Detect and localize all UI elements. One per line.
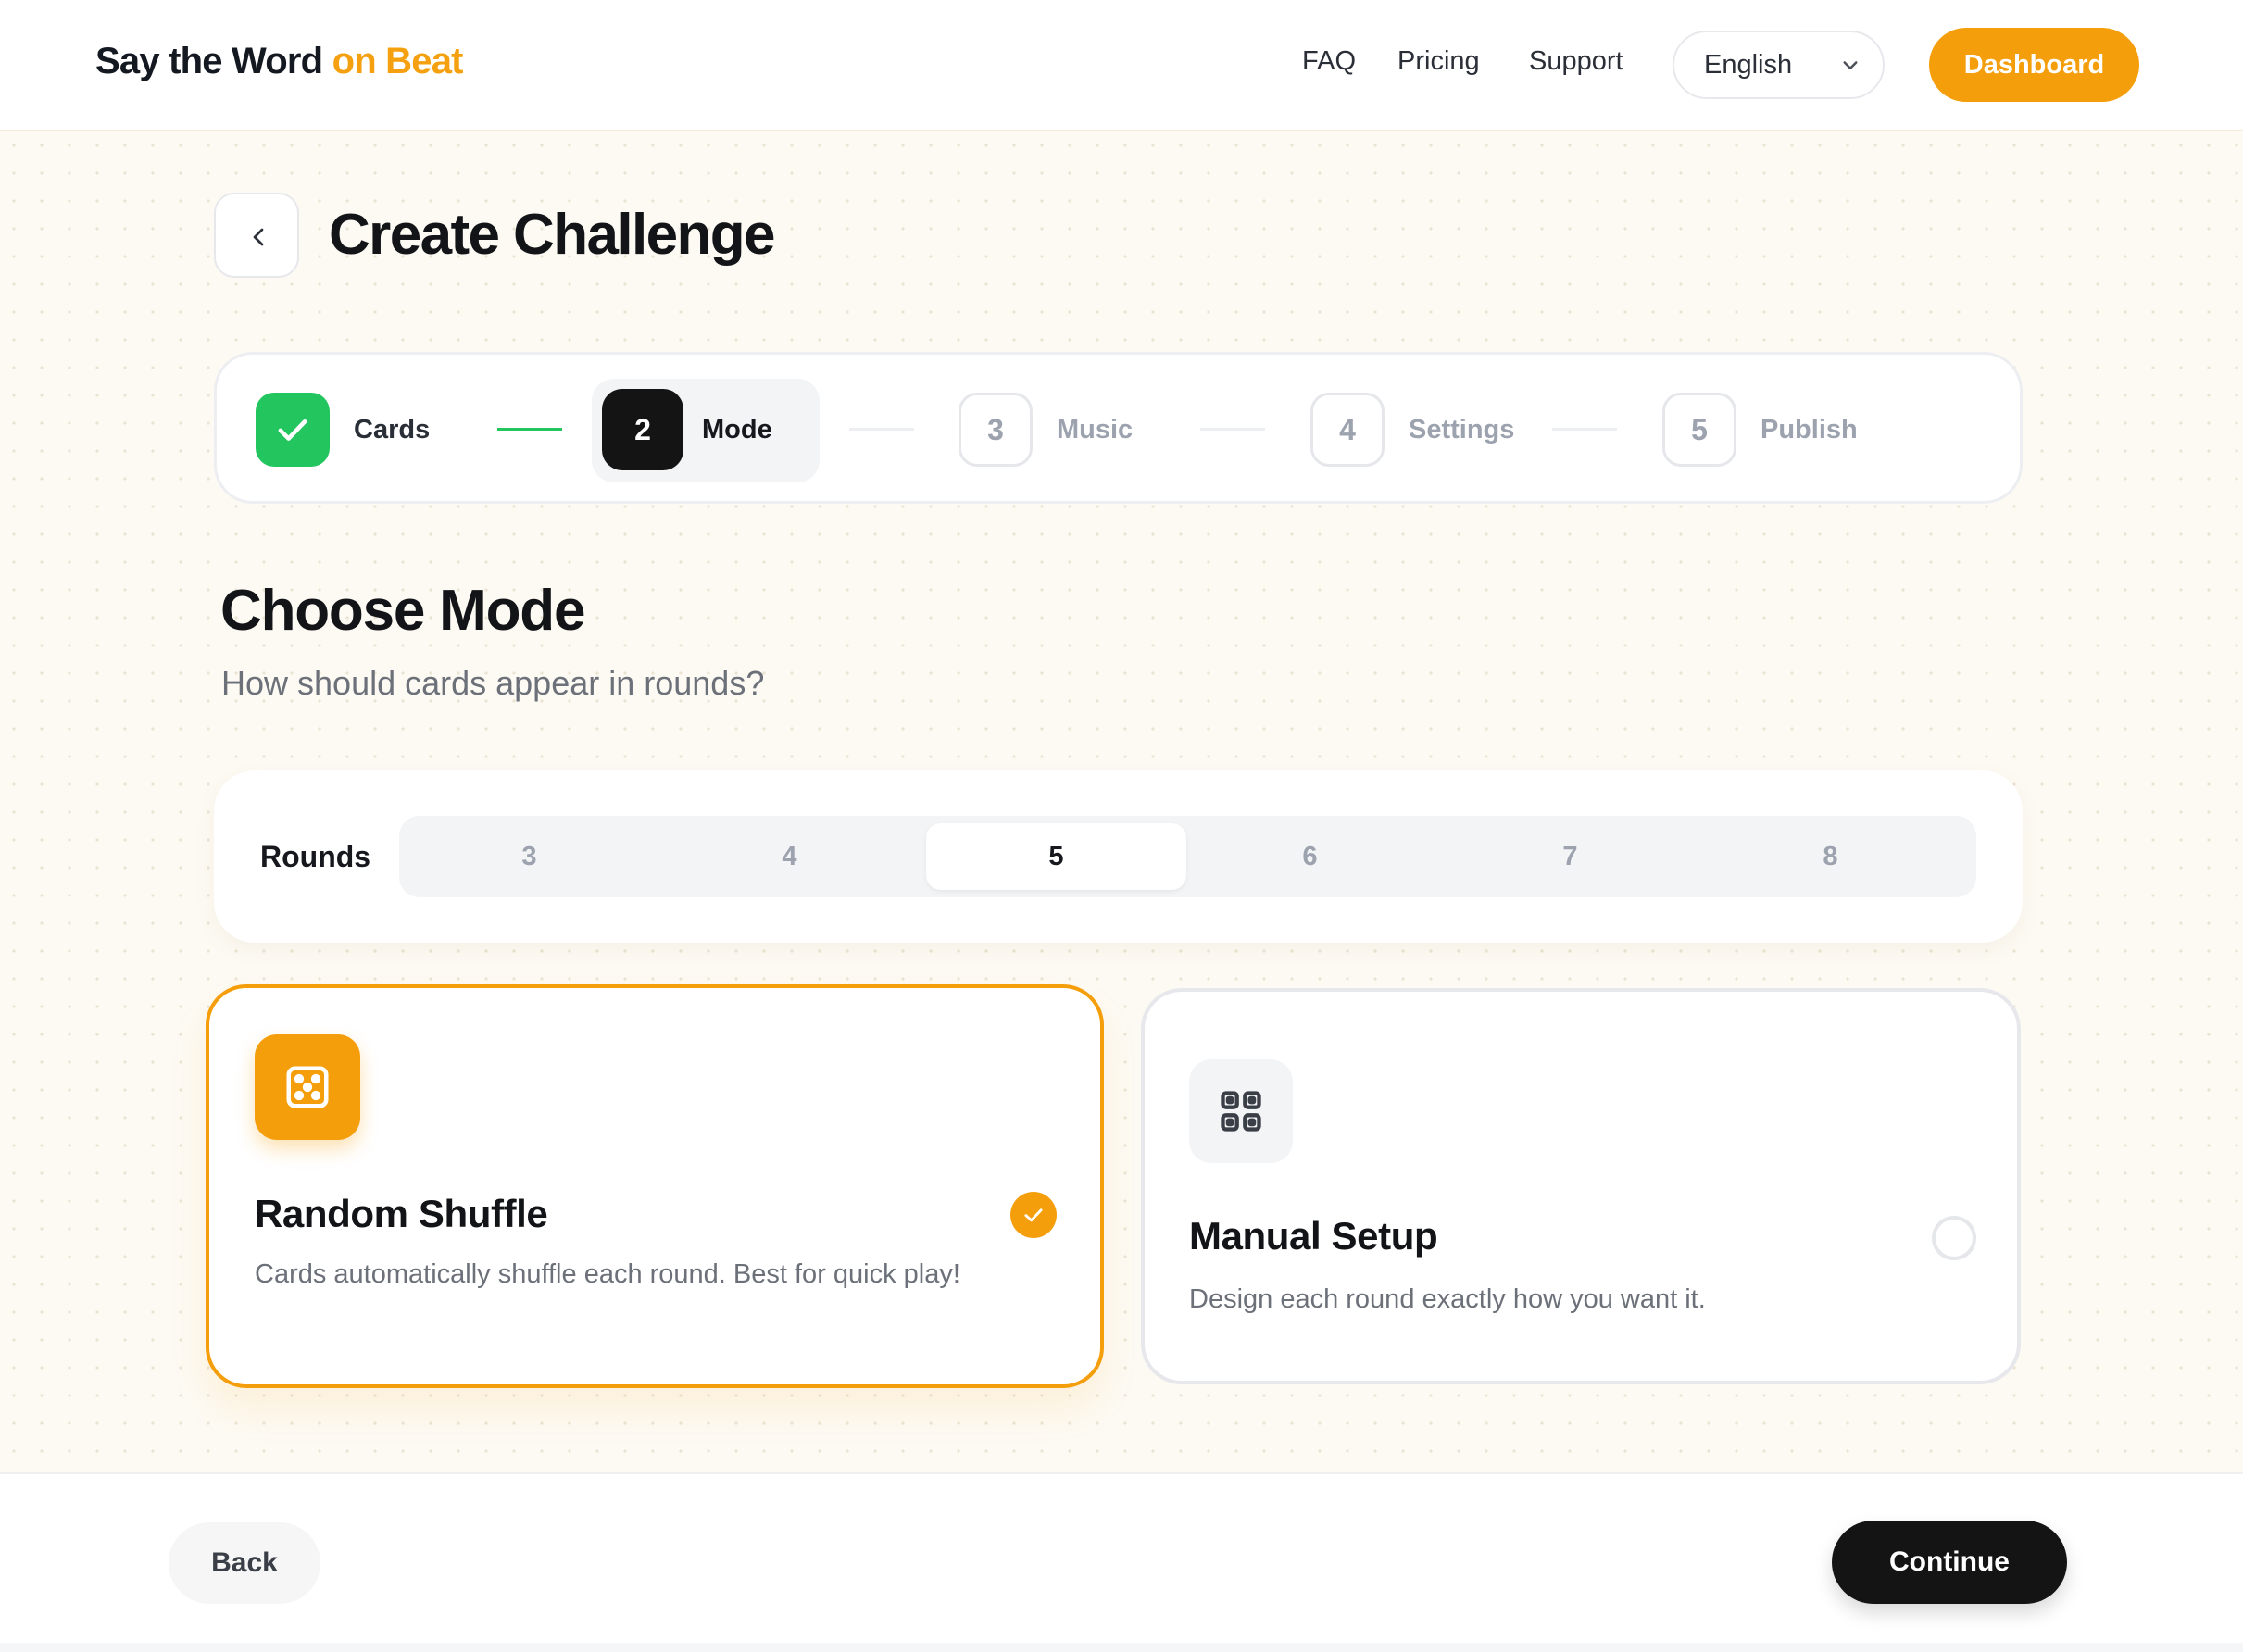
step-label: Cards — [354, 414, 431, 444]
step-music[interactable]: 3 Music — [959, 392, 1133, 468]
logo-accent: on Beat — [332, 41, 464, 81]
round-option-8[interactable]: 8 — [1700, 823, 1961, 890]
step-number: 4 — [1310, 393, 1385, 467]
mode-title: Manual Setup — [1189, 1214, 1438, 1258]
step-cards[interactable]: Cards — [256, 392, 430, 468]
step-settings[interactable]: 4 Settings — [1310, 392, 1514, 468]
page-title: Create Challenge — [329, 203, 776, 267]
section-title: Choose Mode — [220, 579, 585, 643]
language-select[interactable]: English — [1673, 31, 1885, 99]
round-option-4[interactable]: 4 — [659, 823, 920, 890]
chevron-down-icon — [1843, 61, 1858, 69]
rounds-segmented-control: 3 4 5 6 7 8 — [399, 816, 1976, 897]
rounds-card: Rounds 3 4 5 6 7 8 — [214, 770, 2023, 943]
step-check-box — [256, 393, 330, 467]
footer-bar: Back Continue — [0, 1472, 2243, 1652]
mode-description: Design each round exactly how you want i… — [1189, 1284, 1706, 1314]
selected-radio[interactable] — [1010, 1192, 1057, 1238]
nav-link-support[interactable]: Support — [1529, 46, 1623, 77]
round-option-5[interactable]: 5 — [926, 823, 1186, 890]
round-option-3[interactable]: 3 — [399, 823, 659, 890]
nav-link-pricing[interactable]: Pricing — [1397, 46, 1480, 77]
step-connector — [1200, 428, 1265, 431]
step-mode[interactable]: 2 Mode — [602, 388, 772, 471]
dashboard-button[interactable]: Dashboard — [1929, 28, 2139, 102]
chevron-left-icon — [253, 228, 264, 246]
mode-title: Random Shuffle — [255, 1192, 548, 1235]
grid-icon — [1189, 1059, 1293, 1163]
step-label: Settings — [1409, 414, 1515, 444]
step-label: Publish — [1761, 414, 1858, 444]
language-selected-value: English — [1704, 50, 1793, 80]
step-number: 3 — [959, 393, 1033, 467]
round-option-7[interactable]: 7 — [1440, 823, 1700, 890]
step-label: Music — [1057, 414, 1134, 444]
rounds-label: Rounds — [260, 840, 371, 873]
progress-stepper: Cards 2 Mode 3 Music 4 Settings 5 Publis… — [214, 352, 2023, 504]
step-label: Mode — [702, 414, 772, 444]
round-option-6[interactable]: 6 — [1180, 823, 1440, 890]
logo[interactable]: Say the Word on Beat — [95, 41, 463, 82]
mode-card-manual-setup[interactable]: Manual Setup Design each round exactly h… — [1141, 988, 2021, 1384]
step-connector — [1552, 428, 1617, 431]
nav-link-faq[interactable]: FAQ — [1302, 46, 1356, 77]
step-number: 5 — [1662, 393, 1736, 467]
step-publish[interactable]: 5 Publish — [1662, 392, 1858, 468]
step-connector — [849, 428, 914, 431]
back-arrow-button[interactable] — [214, 193, 299, 278]
dice-icon — [255, 1034, 360, 1140]
top-navbar: Say the Word on Beat FAQ Pricing Support… — [0, 0, 2243, 131]
step-number: 2 — [602, 389, 683, 470]
unselected-radio[interactable] — [1932, 1216, 1976, 1260]
back-button[interactable]: Back — [169, 1522, 320, 1604]
step-connector — [497, 428, 562, 431]
mode-description: Cards automatically shuffle each round. … — [255, 1259, 960, 1289]
bottom-strip — [0, 1643, 2243, 1652]
continue-button[interactable]: Continue — [1832, 1521, 2067, 1604]
section-subtitle: How should cards appear in rounds? — [221, 664, 765, 702]
check-icon — [1024, 1208, 1043, 1222]
check-icon — [278, 419, 307, 441]
logo-main: Say the Word — [95, 41, 323, 81]
mode-card-random-shuffle[interactable]: Random Shuffle Cards automatically shuff… — [206, 984, 1104, 1388]
